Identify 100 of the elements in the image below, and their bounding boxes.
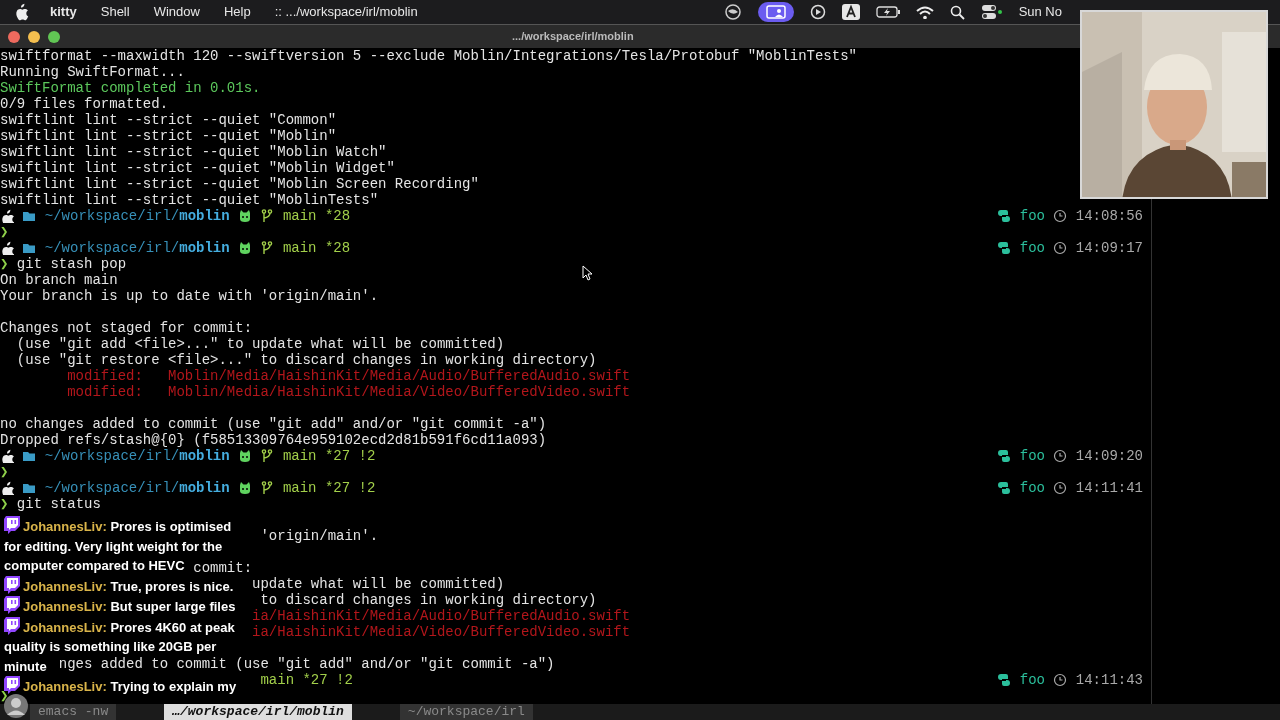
- cat-icon: [238, 209, 253, 223]
- directory-name: moblin: [179, 448, 230, 464]
- branch-status: main *28: [282, 240, 351, 256]
- mouse-cursor-icon: [582, 265, 594, 281]
- apple-icon: [0, 481, 14, 495]
- chat-username: JohannesLiv:: [23, 519, 107, 534]
- path-text: ~/workspace/irl/: [44, 240, 180, 256]
- terminal-output: (use "git restore <file>..." to discard changes in working directory): [16, 352, 597, 368]
- display-icon[interactable]: [723, 3, 742, 21]
- folder-icon: [22, 241, 37, 255]
- cat-icon: [238, 449, 253, 463]
- terminal-output: no changes added to commit (use "git add" and/or "git commit -a"): [0, 416, 547, 432]
- command-text: git stash pop: [16, 256, 127, 272]
- path-text: ~/workspace/irl/: [44, 448, 180, 464]
- folder-icon: [22, 449, 37, 463]
- command-time: 14:09:20: [1075, 448, 1143, 464]
- apple-icon: [0, 449, 14, 463]
- path-text: ~/workspace/irl/: [44, 208, 180, 224]
- command-time: 14:11:41: [1075, 480, 1143, 496]
- twitch-icon: [4, 596, 20, 614]
- terminal-output: swiftlint lint --strict --quiet "Common": [0, 112, 337, 128]
- directory-name: moblin: [179, 240, 230, 256]
- directory-name: moblin: [179, 480, 230, 496]
- wifi-icon[interactable]: [915, 5, 934, 19]
- directory-name: moblin: [179, 208, 230, 224]
- chat-text: Prores is optimised: [110, 519, 232, 534]
- terminal-output: ia/HaishinKit/Media/Audio/BufferedAudio.swift: [252, 608, 631, 624]
- command-time: 14:09:17: [1075, 240, 1143, 256]
- environment-name: foo: [1019, 240, 1045, 256]
- terminal-output: swiftlint lint --strict --quiet "Moblin Widget": [0, 160, 395, 176]
- terminal-tab[interactable]: ~/workspace/irl: [399, 704, 533, 720]
- terminal-output: Running SwiftFormat...: [0, 64, 185, 80]
- window-title: .../workspace/irl/moblin: [512, 29, 634, 45]
- terminal-output: SwiftFormat completed in 0.01s.: [0, 80, 261, 96]
- terminal-output: swiftlint lint --strict --quiet "Moblin Screen Recording": [0, 176, 479, 192]
- terminal-output: update what will be committed): [252, 576, 505, 592]
- twitch-icon: [4, 575, 20, 594]
- terminal-output: (use "git add <file>..." to update what will be committed): [16, 336, 505, 352]
- folder-icon: [22, 481, 37, 495]
- prompt-symbol: ❯: [0, 224, 9, 240]
- twitch-icon: [4, 516, 20, 534]
- clock-icon: [1053, 481, 1068, 495]
- app-menu[interactable]: kitty: [50, 2, 77, 22]
- twitch-icon: [4, 616, 20, 635]
- prompt-symbol: ❯: [0, 256, 9, 272]
- apple-icon[interactable]: [14, 3, 30, 21]
- clock-icon: [1053, 673, 1068, 687]
- menu-item[interactable]: Help: [223, 2, 251, 22]
- branch-icon: [260, 481, 275, 495]
- terminal-tab[interactable]: emacs -nw: [30, 704, 117, 720]
- branch-icon: [260, 209, 275, 223]
- chat-text: True, prores is nice.: [110, 578, 234, 594]
- terminal-output: modified: Moblin/Media/HaishinKit/Media/Video/BufferedVideo.swift: [67, 384, 631, 400]
- branch-status: main *27 !2: [282, 448, 376, 464]
- clock-icon: [1053, 449, 1068, 463]
- branch-icon: [260, 449, 275, 463]
- chat-username: JohannesLiv:: [23, 578, 107, 594]
- prompt-symbol: ❯: [0, 496, 9, 512]
- path-text: ~/workspace/irl/: [44, 480, 180, 496]
- command-time: 14:08:56: [1075, 208, 1143, 224]
- battery-icon[interactable]: [875, 5, 900, 19]
- menu-clock[interactable]: Sun No: [1018, 2, 1062, 22]
- minimize-button[interactable]: [28, 30, 40, 43]
- clock-icon: [1053, 209, 1068, 223]
- chat-text: computer compared to HEVC: [4, 558, 185, 573]
- terminal-output: to discard changes in working directory): [260, 592, 597, 608]
- chat-username: JohannesLiv:: [23, 619, 107, 635]
- branch-status: main *27 !2: [282, 480, 376, 496]
- terminal-output: ia/HaishinKit/Media/Video/BufferedVideo.swift: [252, 624, 631, 640]
- terminal-output: swiftlint lint --strict --quiet "Moblin Watch": [0, 144, 387, 160]
- window-menu-label[interactable]: :: .../workspace/irl/moblin: [274, 2, 418, 22]
- prompt-symbol: ❯: [0, 464, 9, 480]
- environment-name: foo: [1019, 480, 1045, 496]
- terminal-output: On branch main: [0, 272, 118, 288]
- terminal-output: modified: Moblin/Media/HaishinKit/Media/Audio/BufferedAudio.swift: [67, 368, 631, 384]
- branch-status: main *28: [282, 208, 351, 224]
- play-icon[interactable]: [809, 4, 826, 20]
- chat-text: Trying to explain my: [110, 679, 237, 694]
- chat-username: JohannesLiv:: [23, 599, 107, 614]
- terminal-tab[interactable]: …/workspace/irl/moblin: [164, 704, 352, 720]
- environment-name: foo: [1019, 208, 1045, 224]
- menu-item[interactable]: Window: [153, 2, 200, 22]
- keyboard-input-icon[interactable]: [841, 4, 860, 20]
- chat-username: JohannesLiv:: [23, 679, 107, 694]
- screen-share-icon[interactable]: [757, 2, 794, 22]
- prompt-symbol: ❯: [0, 688, 9, 704]
- cat-icon: [238, 481, 253, 495]
- control-center-icon[interactable]: [980, 4, 1003, 20]
- zoom-button[interactable]: [48, 30, 60, 43]
- apple-icon: [0, 209, 14, 223]
- command-time: 14:11:43: [1075, 672, 1143, 688]
- search-icon[interactable]: [949, 4, 965, 20]
- terminal-output: commit:: [193, 560, 253, 576]
- chat-text: quality is something like 20GB per: [4, 639, 217, 654]
- close-button[interactable]: [8, 30, 20, 43]
- menu-item[interactable]: Shell: [100, 2, 130, 22]
- terminal-output: 'origin/main'.: [260, 528, 379, 544]
- apple-icon: [0, 241, 14, 255]
- clock-icon: [1053, 241, 1068, 255]
- branch-status: main *27 !2: [260, 672, 353, 688]
